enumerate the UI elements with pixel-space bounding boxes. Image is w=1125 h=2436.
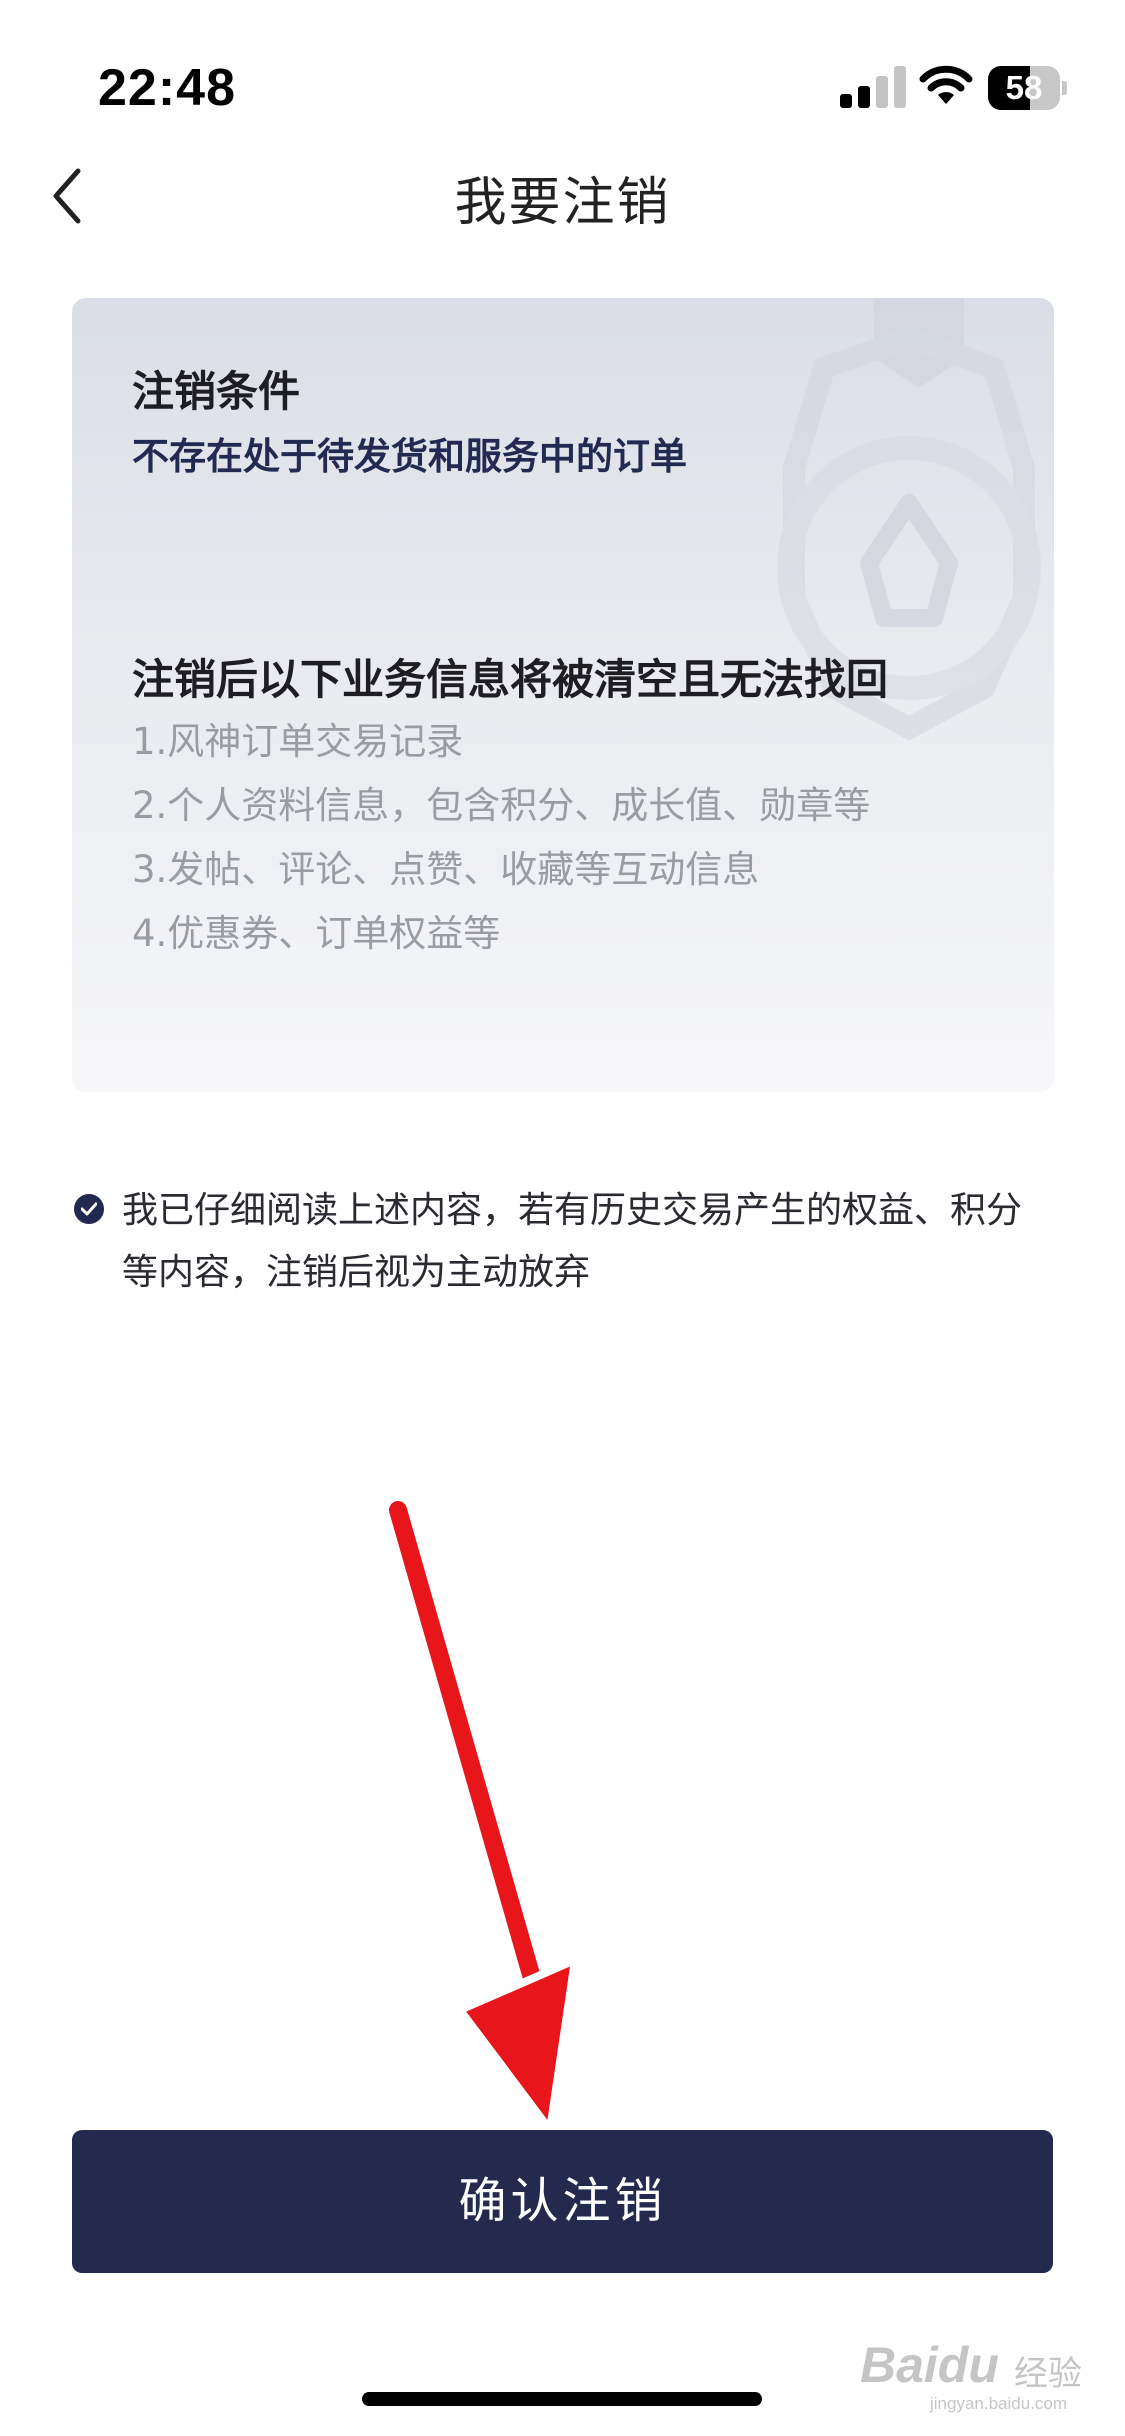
baidu-watermark: Baidu 经验 jingyan.baidu.com [860, 2320, 1090, 2413]
home-indicator[interactable] [362, 2392, 762, 2406]
info-card: 注销条件 不存在处于待发货和服务中的订单 注销后以下业务信息将被清空且无法找回 … [72, 298, 1054, 1092]
watermark-sub: 经验 [1014, 2355, 1082, 2393]
list-item: 3.发帖、评论、点赞、收藏等互动信息 [132, 848, 760, 891]
condition-title: 注销条件 [132, 367, 301, 416]
nav-bar: 我要注销 [0, 140, 1125, 250]
battery-icon: 58 [988, 66, 1068, 110]
cellular-signal-icon [840, 66, 906, 108]
list-item: 2.个人资料信息，包含积分、成长值、勋章等 [132, 784, 871, 827]
watermark-url: jingyan.baidu.com [930, 2394, 1068, 2413]
agreement-checkbox[interactable] [74, 1194, 104, 1224]
red-arrow-annotation [383, 1495, 579, 2134]
clear-title: 注销后以下业务信息将被清空且无法找回 [132, 655, 889, 704]
battery-percent: 58 [1005, 69, 1043, 106]
confirm-button[interactable]: 确认注销 [72, 2130, 1053, 2273]
page-title: 我要注销 [454, 173, 671, 233]
list-item: 1.风神订单交易记录 [132, 720, 464, 763]
list-item: 4.优惠券、订单权益等 [132, 912, 501, 955]
clear-list: 1.风神订单交易记录 2.个人资料信息，包含积分、成长值、勋章等 3.发帖、评论… [132, 710, 870, 966]
status-time: 22:48 [98, 59, 236, 117]
check-icon [81, 1202, 97, 1216]
status-bar: 22:48 58 [0, 0, 1125, 140]
wifi-icon [919, 65, 973, 104]
watermark-brand: Baidu [860, 2337, 999, 2393]
condition-text: 不存在处于待发货和服务中的订单 [132, 435, 687, 478]
agreement-text: 我已仔细阅读上述内容，若有历史交易产生的权益、积分等内容，注销后视为主动放弃 [122, 1190, 1023, 1293]
